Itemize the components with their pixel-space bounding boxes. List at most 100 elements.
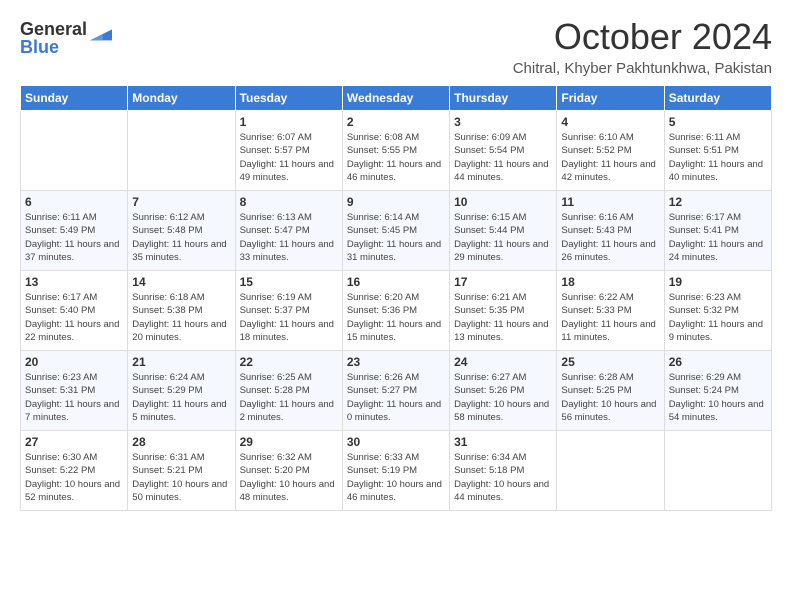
calendar-cell: 22 Sunrise: 6:25 AMSunset: 5:28 PMDayligh…: [235, 351, 342, 431]
day-info: Sunrise: 6:22 AMSunset: 5:33 PMDaylight:…: [561, 291, 659, 344]
calendar-week-row: 13 Sunrise: 6:17 AMSunset: 5:40 PMDayligh…: [21, 271, 772, 351]
calendar-cell: 6 Sunrise: 6:11 AMSunset: 5:49 PMDaylight…: [21, 191, 128, 271]
day-number: 5: [669, 115, 767, 129]
calendar-week-row: 1Sunrise: 6:07 AMSunset: 5:57 PMDaylight…: [21, 111, 772, 191]
calendar-cell: 25 Sunrise: 6:28 AMSunset: 5:25 PMDayligh…: [557, 351, 664, 431]
day-of-week-header: Wednesday: [342, 86, 449, 111]
day-info: Sunrise: 6:28 AMSunset: 5:25 PMDaylight:…: [561, 371, 659, 424]
calendar-cell: 12 Sunrise: 6:17 AMSunset: 5:41 PMDayligh…: [664, 191, 771, 271]
day-of-week-header: Monday: [128, 86, 235, 111]
day-info: Sunrise: 6:14 AMSunset: 5:45 PMDaylight:…: [347, 211, 445, 264]
day-info: Sunrise: 6:21 AMSunset: 5:35 PMDaylight:…: [454, 291, 552, 344]
day-number: 24: [454, 355, 552, 369]
day-number: 28: [132, 435, 230, 449]
calendar-cell: 11Sunrise: 6:16 AMSunset: 5:43 PMDayligh…: [557, 191, 664, 271]
day-info: Sunrise: 6:34 AMSunset: 5:18 PMDaylight:…: [454, 451, 552, 504]
day-number: 25: [561, 355, 659, 369]
calendar-cell: 2 Sunrise: 6:08 AMSunset: 5:55 PMDaylight…: [342, 111, 449, 191]
calendar-cell: 24Sunrise: 6:27 AMSunset: 5:26 PMDayligh…: [450, 351, 557, 431]
calendar-cell: 19Sunrise: 6:23 AMSunset: 5:32 PMDayligh…: [664, 271, 771, 351]
day-number: 9: [347, 195, 445, 209]
calendar-cell: [21, 111, 128, 191]
day-number: 12: [669, 195, 767, 209]
logo-general: General: [20, 20, 87, 38]
calendar-cell: 8 Sunrise: 6:13 AMSunset: 5:47 PMDaylight…: [235, 191, 342, 271]
calendar-cell: 26 Sunrise: 6:29 AMSunset: 5:24 PMDayligh…: [664, 351, 771, 431]
day-number: 14: [132, 275, 230, 289]
day-info: Sunrise: 6:08 AMSunset: 5:55 PMDaylight:…: [347, 131, 445, 184]
day-info: Sunrise: 6:30 AMSunset: 5:22 PMDaylight:…: [25, 451, 123, 504]
day-info: Sunrise: 6:11 AMSunset: 5:51 PMDaylight:…: [669, 131, 767, 184]
day-number: 22: [240, 355, 338, 369]
day-info: Sunrise: 6:17 AMSunset: 5:41 PMDaylight:…: [669, 211, 767, 264]
day-number: 30: [347, 435, 445, 449]
calendar-cell: 16 Sunrise: 6:20 AMSunset: 5:36 PMDayligh…: [342, 271, 449, 351]
calendar-week-row: 20 Sunrise: 6:23 AMSunset: 5:31 PMDayligh…: [21, 351, 772, 431]
day-number: 10: [454, 195, 552, 209]
calendar-cell: 13 Sunrise: 6:17 AMSunset: 5:40 PMDayligh…: [21, 271, 128, 351]
day-info: Sunrise: 6:10 AMSunset: 5:52 PMDaylight:…: [561, 131, 659, 184]
calendar-cell: 23 Sunrise: 6:26 AMSunset: 5:27 PMDayligh…: [342, 351, 449, 431]
day-of-week-header: Tuesday: [235, 86, 342, 111]
title-block: October 2024 Chitral, Khyber Pakhtunkhwa…: [513, 16, 772, 77]
day-number: 29: [240, 435, 338, 449]
month-title: October 2024: [513, 16, 772, 58]
day-number: 13: [25, 275, 123, 289]
calendar-cell: 9 Sunrise: 6:14 AMSunset: 5:45 PMDaylight…: [342, 191, 449, 271]
day-number: 4: [561, 115, 659, 129]
day-of-week-header: Saturday: [664, 86, 771, 111]
day-info: Sunrise: 6:16 AMSunset: 5:43 PMDaylight:…: [561, 211, 659, 264]
day-number: 19: [669, 275, 767, 289]
day-number: 3: [454, 115, 552, 129]
day-info: Sunrise: 6:11 AMSunset: 5:49 PMDaylight:…: [25, 211, 123, 264]
day-info: Sunrise: 6:26 AMSunset: 5:27 PMDaylight:…: [347, 371, 445, 424]
calendar-cell: 28Sunrise: 6:31 AMSunset: 5:21 PMDayligh…: [128, 431, 235, 511]
header: General Blue October 2024 Chitral, Khybe…: [20, 16, 772, 77]
day-number: 17: [454, 275, 552, 289]
day-number: 23: [347, 355, 445, 369]
day-number: 16: [347, 275, 445, 289]
day-info: Sunrise: 6:12 AMSunset: 5:48 PMDaylight:…: [132, 211, 230, 264]
day-number: 6: [25, 195, 123, 209]
day-number: 2: [347, 115, 445, 129]
day-number: 21: [132, 355, 230, 369]
day-info: Sunrise: 6:15 AMSunset: 5:44 PMDaylight:…: [454, 211, 552, 264]
day-number: 15: [240, 275, 338, 289]
day-number: 8: [240, 195, 338, 209]
day-info: Sunrise: 6:19 AMSunset: 5:37 PMDaylight:…: [240, 291, 338, 344]
day-info: Sunrise: 6:13 AMSunset: 5:47 PMDaylight:…: [240, 211, 338, 264]
day-info: Sunrise: 6:33 AMSunset: 5:19 PMDaylight:…: [347, 451, 445, 504]
day-number: 26: [669, 355, 767, 369]
day-info: Sunrise: 6:23 AMSunset: 5:31 PMDaylight:…: [25, 371, 123, 424]
calendar-week-row: 27Sunrise: 6:30 AMSunset: 5:22 PMDayligh…: [21, 431, 772, 511]
calendar-cell: 31Sunrise: 6:34 AMSunset: 5:18 PMDayligh…: [450, 431, 557, 511]
calendar-cell: 20 Sunrise: 6:23 AMSunset: 5:31 PMDayligh…: [21, 351, 128, 431]
logo-text: General Blue: [20, 20, 87, 56]
calendar-cell: 30 Sunrise: 6:33 AMSunset: 5:19 PMDayligh…: [342, 431, 449, 511]
logo: General Blue: [20, 20, 112, 56]
calendar-table: SundayMondayTuesdayWednesdayThursdayFrid…: [20, 85, 772, 511]
day-info: Sunrise: 6:17 AMSunset: 5:40 PMDaylight:…: [25, 291, 123, 344]
logo-icon: [90, 22, 112, 44]
day-info: Sunrise: 6:24 AMSunset: 5:29 PMDaylight:…: [132, 371, 230, 424]
calendar-cell: [664, 431, 771, 511]
day-of-week-header: Thursday: [450, 86, 557, 111]
day-number: 7: [132, 195, 230, 209]
calendar-cell: 1Sunrise: 6:07 AMSunset: 5:57 PMDaylight…: [235, 111, 342, 191]
calendar-cell: 27Sunrise: 6:30 AMSunset: 5:22 PMDayligh…: [21, 431, 128, 511]
day-of-week-header: Friday: [557, 86, 664, 111]
calendar-week-row: 6 Sunrise: 6:11 AMSunset: 5:49 PMDaylight…: [21, 191, 772, 271]
day-number: 20: [25, 355, 123, 369]
day-info: Sunrise: 6:20 AMSunset: 5:36 PMDaylight:…: [347, 291, 445, 344]
calendar-cell: 10 Sunrise: 6:15 AMSunset: 5:44 PMDayligh…: [450, 191, 557, 271]
day-info: Sunrise: 6:29 AMSunset: 5:24 PMDaylight:…: [669, 371, 767, 424]
calendar-cell: 14 Sunrise: 6:18 AMSunset: 5:38 PMDayligh…: [128, 271, 235, 351]
day-of-week-header: Sunday: [21, 86, 128, 111]
day-info: Sunrise: 6:18 AMSunset: 5:38 PMDaylight:…: [132, 291, 230, 344]
day-number: 18: [561, 275, 659, 289]
calendar-page: General Blue October 2024 Chitral, Khybe…: [0, 0, 792, 521]
day-info: Sunrise: 6:32 AMSunset: 5:20 PMDaylight:…: [240, 451, 338, 504]
day-info: Sunrise: 6:25 AMSunset: 5:28 PMDaylight:…: [240, 371, 338, 424]
logo-blue: Blue: [20, 38, 87, 56]
day-info: Sunrise: 6:09 AMSunset: 5:54 PMDaylight:…: [454, 131, 552, 184]
